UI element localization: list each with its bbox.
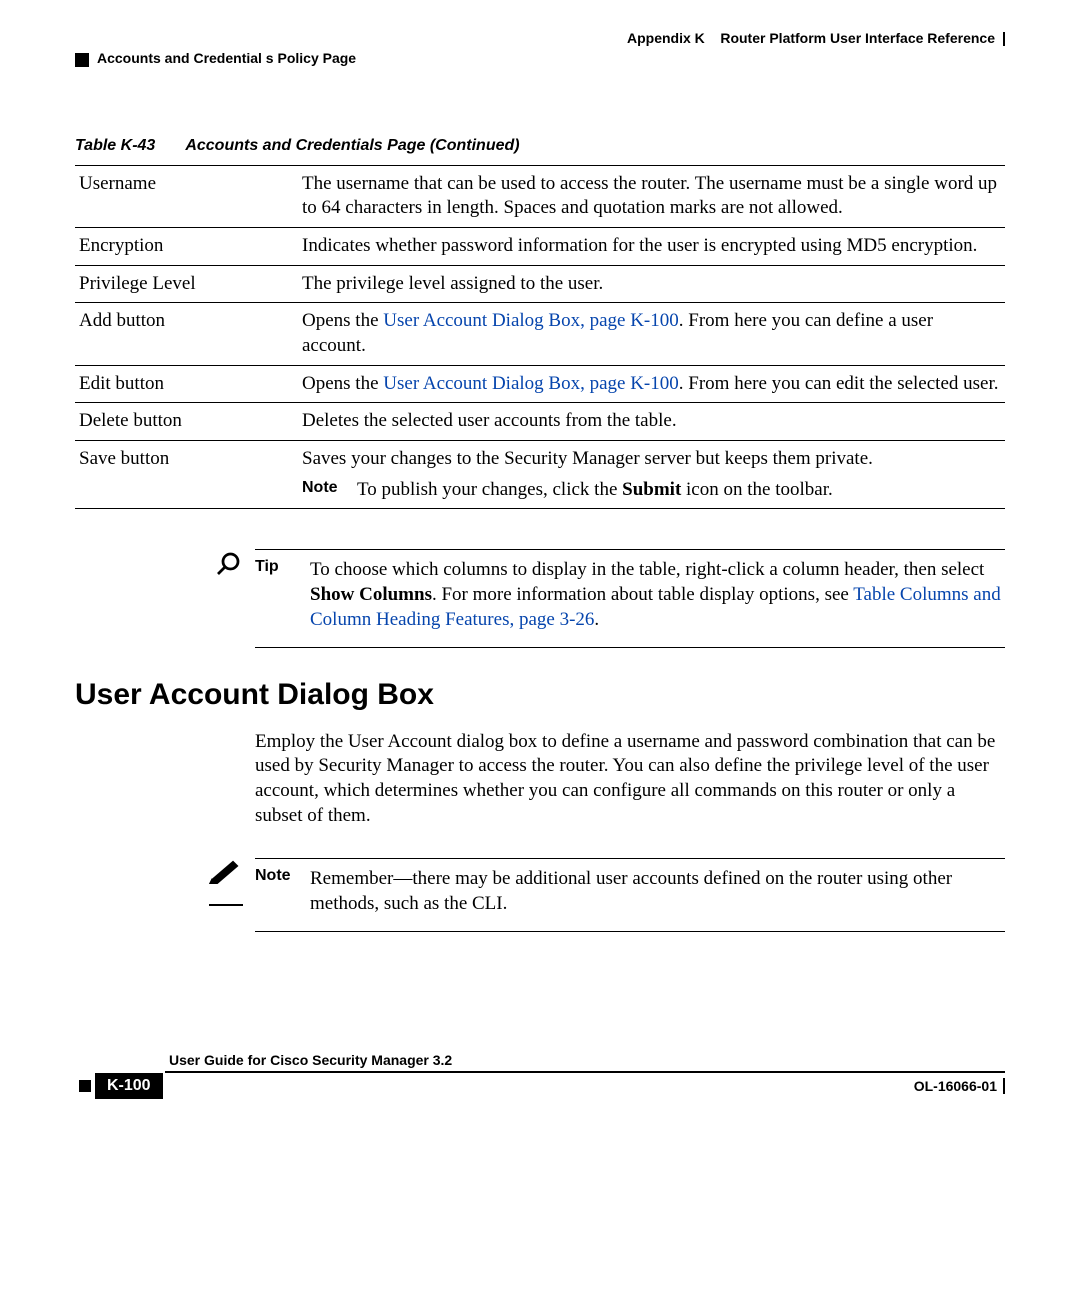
- row-desc: Opens the User Account Dialog Box, page …: [298, 365, 1005, 403]
- header-square-icon: [75, 53, 89, 67]
- table-row: Save button Saves your changes to the Se…: [75, 441, 1005, 509]
- xref-link[interactable]: User Account Dialog Box, page K-100: [383, 310, 679, 331]
- pencil-icon: [209, 868, 243, 889]
- tip-callout: Tip To choose which columns to display i…: [75, 549, 1005, 647]
- underline-icon: [209, 904, 243, 906]
- row-name: Delete button: [75, 403, 298, 441]
- header-right: Appendix K Router Platform User Interfac…: [75, 30, 1005, 46]
- footer-square-icon: [79, 1080, 91, 1092]
- footer-guide-title: User Guide for Cisco Security Manager 3.…: [165, 1052, 1005, 1073]
- xref-link[interactable]: User Account Dialog Box, page K-100: [383, 373, 679, 394]
- tip-label: Tip: [255, 558, 310, 632]
- note-callout: Note Remember—there may be additional us…: [75, 858, 1005, 931]
- appendix-title: Router Platform User Interface Reference: [720, 30, 995, 46]
- section-heading: User Account Dialog Box: [75, 678, 1005, 712]
- header-left: Accounts and Credential s Policy Page: [75, 50, 1005, 66]
- table-row: Delete button Deletes the selected user …: [75, 403, 1005, 441]
- table-row: Username The username that can be used t…: [75, 165, 1005, 227]
- magnifier-icon: [213, 563, 243, 584]
- tip-text: To choose which columns to display in th…: [310, 558, 1005, 632]
- row-name: Username: [75, 165, 298, 227]
- row-desc: Indicates whether password information f…: [298, 227, 1005, 265]
- table-caption: Table K-43 Accounts and Credentials Page …: [75, 137, 1005, 155]
- row-name: Privilege Level: [75, 265, 298, 303]
- doc-number: OL-16066-01: [914, 1078, 997, 1094]
- page-number: K-100: [95, 1073, 163, 1099]
- note-label: Note: [302, 478, 357, 503]
- reference-table: Username The username that can be used t…: [75, 165, 1005, 510]
- section-body: Employ the User Account dialog box to de…: [255, 730, 1005, 829]
- table-number: Table K-43: [75, 137, 155, 154]
- row-name: Edit button: [75, 365, 298, 403]
- section-path: Accounts and Credential s Policy Page: [97, 50, 356, 66]
- page-footer: User Guide for Cisco Security Manager 3.…: [75, 1052, 1005, 1102]
- table-row: Add button Opens the User Account Dialog…: [75, 303, 1005, 365]
- note-text: To publish your changes, click the Submi…: [357, 478, 833, 503]
- row-desc: Deletes the selected user accounts from …: [298, 403, 1005, 441]
- table-title: Accounts and Credentials Page (Continued…: [185, 137, 519, 154]
- footer-bar-icon: [1003, 1078, 1005, 1094]
- row-desc: The privilege level assigned to the user…: [298, 265, 1005, 303]
- table-row: Edit button Opens the User Account Dialo…: [75, 365, 1005, 403]
- note-label: Note: [255, 867, 310, 916]
- note-text: Remember—there may be additional user ac…: [310, 867, 1005, 916]
- row-desc: Opens the User Account Dialog Box, page …: [298, 303, 1005, 365]
- row-name: Save button: [75, 441, 298, 509]
- table-row: Privilege Level The privilege level assi…: [75, 265, 1005, 303]
- table-row: Encryption Indicates whether password in…: [75, 227, 1005, 265]
- row-desc: The username that can be used to access …: [298, 165, 1005, 227]
- row-name: Add button: [75, 303, 298, 365]
- appendix-label: Appendix K: [627, 30, 705, 46]
- row-name: Encryption: [75, 227, 298, 265]
- row-desc: Saves your changes to the Security Manag…: [298, 441, 1005, 509]
